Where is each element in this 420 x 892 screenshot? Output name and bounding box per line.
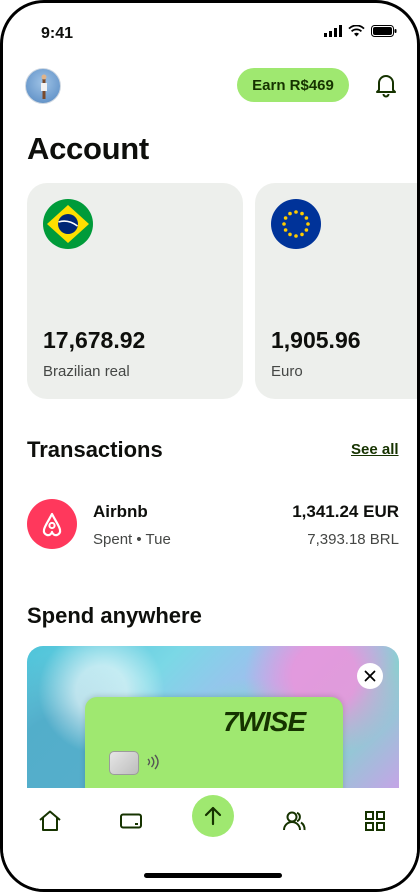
send-icon[interactable] (192, 795, 234, 837)
balance-currency: Euro (271, 363, 303, 380)
transaction-name: Airbnb (93, 502, 148, 521)
brazil-flag-icon (43, 199, 93, 249)
earn-button[interactable]: Earn R$469 (237, 68, 349, 102)
signal-icon (324, 25, 342, 37)
status-time: 9:41 (41, 25, 74, 42)
balance-amount: 17,678.92 (43, 327, 146, 353)
card-chip-icon (109, 751, 139, 775)
spend-anywhere-title: Spend anywhere (27, 603, 202, 628)
phone-frame: 9:41 Earn R$469 Account 17,678.92 Brazil… (0, 0, 420, 892)
balance-card-eur[interactable]: 1,905.96 Euro (255, 183, 417, 399)
balance-amount: 1,905.96 (271, 327, 361, 353)
avatar[interactable] (25, 68, 61, 104)
avatar-figure-icon (41, 74, 47, 99)
balance-currency: Brazilian real (43, 363, 130, 380)
battery-icon (371, 25, 397, 37)
close-icon[interactable] (357, 663, 383, 689)
transaction-amount: 1,341.24 EUR (292, 502, 399, 521)
wifi-icon (348, 25, 365, 37)
see-all-link[interactable]: See all (351, 441, 399, 458)
balance-card-brl[interactable]: 17,678.92 Brazilian real (27, 183, 243, 399)
status-icons (324, 25, 397, 37)
page-title: Account (27, 131, 149, 166)
card-icon[interactable] (114, 804, 148, 838)
contactless-icon (147, 754, 159, 770)
transaction-converted-amount: 7,393.18 BRL (307, 531, 399, 548)
eu-flag-icon (271, 199, 321, 249)
more-apps-icon[interactable] (358, 804, 392, 838)
status-bar: 9:41 (3, 3, 417, 63)
transactions-title: Transactions (27, 437, 163, 462)
home-indicator[interactable] (144, 873, 282, 878)
home-icon[interactable] (33, 804, 67, 838)
bell-icon[interactable] (373, 72, 399, 98)
airbnb-logo-icon (27, 499, 77, 549)
transaction-subtitle: Spent • Tue (93, 531, 171, 548)
transaction-row[interactable]: Airbnb Spent • Tue 1,341.24 EUR 7,393.18… (27, 499, 399, 553)
recipients-icon[interactable] (277, 804, 311, 838)
wise-logo: 7WISE (223, 706, 306, 737)
